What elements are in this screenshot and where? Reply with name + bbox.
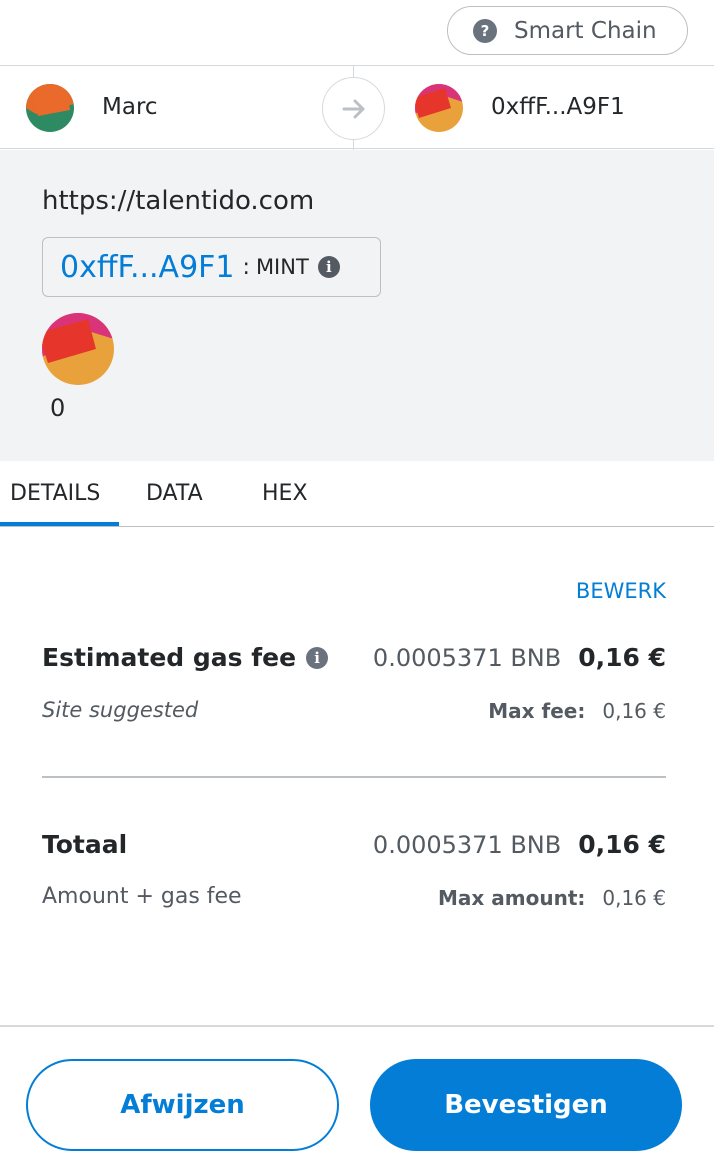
section-divider — [42, 776, 666, 778]
contract-address-link[interactable]: 0xffF...A9F1 — [60, 250, 235, 285]
reject-button[interactable]: Afwijzen — [26, 1059, 339, 1151]
max-amount-value: 0,16 € — [602, 886, 666, 910]
sender-recipient-bar: Marc 0xffF...A9F1 — [0, 65, 714, 150]
info-icon[interactable]: i — [306, 647, 329, 669]
method-name: MINT — [255, 255, 309, 279]
token-value: 0 — [50, 394, 66, 422]
total-sublabel: Amount + gas fee — [42, 884, 242, 909]
max-amount-key: Max amount: — [438, 886, 586, 910]
token-avatar — [42, 313, 114, 385]
max-fee-key: Max fee: — [488, 699, 586, 723]
transaction-summary-panel: https://talentido.com 0xffF...A9F1 : MIN… — [0, 150, 714, 461]
arrow-right-icon — [322, 77, 385, 140]
sender-name: Marc — [102, 94, 158, 120]
max-amount-line: Max amount: 0,16 € — [438, 886, 666, 910]
total-label: Totaal — [42, 830, 128, 859]
contract-method-box: 0xffF...A9F1 : MINT i — [42, 237, 381, 297]
gas-fee-native: 0.0005371 BNB — [372, 644, 562, 672]
info-icon[interactable]: i — [317, 256, 340, 278]
recipient-avatar[interactable] — [415, 84, 463, 132]
tab-hex[interactable]: HEX — [262, 481, 308, 506]
edit-gas-link[interactable]: BEWERK — [576, 579, 666, 603]
gas-fee-amounts: 0.0005371 BNB 0,16 € — [373, 643, 666, 672]
site-origin: https://talentido.com — [42, 186, 315, 216]
gas-fee-fiat: 0,16 € — [578, 643, 666, 672]
gas-fee-sublabel: Site suggested — [42, 698, 199, 722]
network-label: Smart Chain — [514, 17, 657, 44]
tab-data[interactable]: DATA — [146, 481, 203, 506]
total-native: 0.0005371 BNB — [372, 831, 562, 859]
network-selector[interactable]: ? Smart Chain — [447, 6, 688, 55]
sender-avatar — [26, 84, 74, 132]
confirm-button[interactable]: Bevestigen — [370, 1059, 682, 1151]
total-fiat: 0,16 € — [578, 830, 666, 859]
tab-details[interactable]: DETAILS — [10, 481, 100, 506]
method-separator: : — [242, 254, 250, 280]
total-amounts: 0.0005371 BNB 0,16 € — [373, 830, 666, 859]
gas-fee-label: Estimated gas fee — [42, 643, 297, 672]
question-icon: ? — [473, 18, 497, 43]
confirm-transaction-page: ? Smart Chain Marc 0xffF...A9F1 https://… — [0, 0, 714, 1174]
max-fee-line: Max fee: 0,16 € — [488, 699, 666, 723]
footer-divider — [0, 1025, 714, 1027]
recipient-address[interactable]: 0xffF...A9F1 — [491, 94, 625, 120]
gas-fee-label-row: Estimated gas fee i — [42, 643, 329, 672]
active-tab-indicator — [0, 522, 119, 526]
max-fee-value: 0,16 € — [602, 699, 666, 723]
tab-bar: DETAILS DATA HEX — [0, 461, 714, 527]
